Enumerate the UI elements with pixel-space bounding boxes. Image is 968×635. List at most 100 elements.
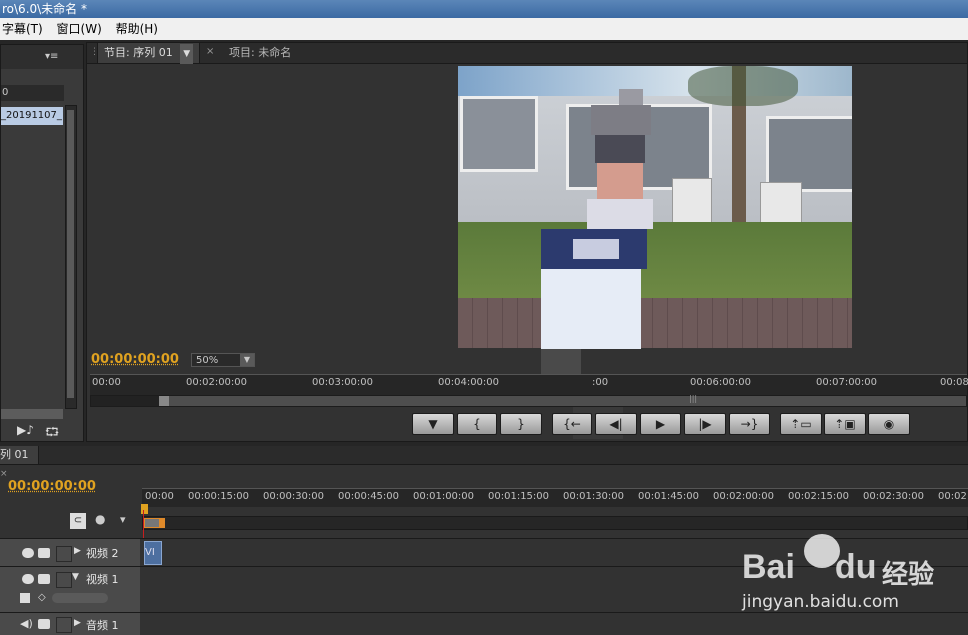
work-area-bar[interactable] [142, 516, 968, 530]
program-time-ruler[interactable]: 00:00 00:02:00:00 00:03:00:00 00:04:00:0… [90, 374, 968, 397]
timeline-timecode[interactable]: 00:00:00:00 [8, 479, 96, 494]
add-marker-icon[interactable]: ▾ [120, 513, 126, 526]
watermark-url: jingyan.baidu.com [742, 592, 899, 612]
column-header[interactable]: 0 [1, 85, 64, 101]
snap-icon[interactable]: ⊂ [70, 513, 86, 529]
expand-arrow-icon[interactable]: ▶ [74, 546, 81, 556]
zoom-select[interactable]: 50% ▼ [191, 353, 255, 367]
ruler-tick: 00:08 [940, 377, 968, 388]
keyframe-bulb-icon[interactable]: ● [95, 512, 105, 526]
ruler-tick: 00:03:00:00 [312, 377, 374, 388]
ruler-tick: 00:00 [92, 377, 121, 388]
go-to-out-button[interactable]: →} [729, 413, 770, 435]
ruler-tick: 00:00:45:00 [338, 491, 400, 502]
find-icon[interactable]: ⮔ [45, 423, 59, 444]
eye-icon[interactable] [22, 548, 34, 558]
track-header-video-1: ▼ 视频 1 ◇ [0, 567, 140, 612]
lock-toggle[interactable] [56, 546, 72, 562]
monitor-tab-bar: ⋮ 节目: 序列 01 ▼ × 项目: 未命名 [87, 43, 967, 64]
collapse-arrow-icon[interactable]: ▼ [72, 572, 79, 582]
keyframe-navigator[interactable] [52, 593, 108, 603]
speaker-icon[interactable]: ◀) [20, 617, 33, 630]
ruler-tick: 00:04:00:00 [438, 377, 500, 388]
menu-window[interactable]: 窗口(W) [55, 18, 110, 40]
mark-in-button[interactable]: { [457, 413, 497, 435]
ruler-tick: 00:00:30:00 [263, 491, 325, 502]
project-item[interactable]: _20191107_1 [1, 107, 63, 125]
lift-icon: ⇡▭ [790, 417, 812, 431]
extract-button[interactable]: ⇡▣ [824, 413, 866, 435]
paw-icon [804, 534, 840, 568]
panel-menu-icon[interactable]: ▾≡ [45, 51, 58, 62]
horizontal-scrollbar[interactable] [1, 409, 63, 419]
zoom-scroll-left [91, 396, 159, 406]
ruler-tick: 00:00:15:00 [188, 491, 250, 502]
zoom-handle-left[interactable] [159, 396, 169, 406]
step-forward-button[interactable]: |▶ [684, 413, 726, 435]
timeline-time-ruler[interactable]: 00:00 00:00:15:00 00:00:30:00 00:00:45:0… [142, 488, 968, 507]
go-to-in-button[interactable]: {← [552, 413, 592, 435]
zoom-scroll-bar[interactable]: ||| [90, 394, 967, 407]
ruler-tick: 00:02:00:00 [186, 377, 248, 388]
mark-out-button[interactable]: } [500, 413, 542, 435]
step-back-icon: ◀| [609, 417, 623, 431]
timeline-tab-bar: 列 01 × [0, 446, 968, 479]
play-icon: ▶ [655, 417, 666, 431]
add-marker-button[interactable]: ▼ [412, 413, 454, 435]
project-panel-header: ▾≡ [1, 45, 83, 69]
lift-button[interactable]: ⇡▭ [780, 413, 822, 435]
dropdown-arrow-icon[interactable]: ▼ [180, 44, 194, 64]
film-icon[interactable] [38, 619, 50, 629]
film-icon[interactable] [38, 574, 50, 584]
ruler-tick: 00:00 [145, 491, 174, 502]
menu-help[interactable]: 帮助(H) [114, 18, 166, 40]
extract-icon: ⇡▣ [834, 417, 856, 431]
track-name: 音频 1 [86, 619, 119, 632]
ruler-tick: 00:07:00:00 [816, 377, 878, 388]
menu-subtitle[interactable]: 字幕(T) [0, 18, 51, 40]
automate-sequence-icon[interactable]: ▶♪ [17, 423, 34, 437]
expand-arrow-icon[interactable]: ▶ [74, 618, 81, 628]
in-point-icon: { [473, 417, 481, 431]
ac-unit-2 [760, 182, 802, 224]
film-icon[interactable] [38, 548, 50, 558]
window-left [460, 96, 538, 172]
play-button[interactable]: ▶ [640, 413, 681, 435]
lock-toggle[interactable] [56, 572, 72, 588]
baidu-watermark: Bai du 经验 jingyan.baidu.com [742, 530, 968, 635]
keyframe-icon[interactable]: ◇ [38, 592, 46, 603]
track-header-video-2: ▶ 视频 2 [0, 539, 140, 566]
window-right [766, 116, 852, 192]
ac-unit-1 [672, 178, 712, 224]
tab-project[interactable]: 项目: 未命名 [223, 43, 297, 63]
window-title: ro\6.0\未命名 * [0, 0, 968, 18]
ruler-tick: 00:01:30:00 [563, 491, 625, 502]
tree-foliage [688, 66, 798, 106]
video-clip[interactable]: VI [144, 541, 162, 565]
out-point-icon: } [517, 417, 525, 431]
marker-icon: ▼ [428, 417, 438, 431]
program-timecode[interactable]: 00:00:00:00 [91, 352, 179, 367]
ruler-tick: 00:02:15:00 [788, 491, 850, 502]
ruler-tick: 00:01:15:00 [488, 491, 550, 502]
export-frame-button[interactable]: ◉ [868, 413, 910, 435]
watermark-cn: 经验 [882, 560, 935, 590]
ruler-tick: 00:02 [938, 491, 967, 502]
project-scrollbar[interactable] [65, 105, 77, 409]
eye-icon[interactable] [22, 574, 34, 584]
ruler-tick: :00 [592, 377, 609, 388]
step-back-button[interactable]: ◀| [595, 413, 637, 435]
scrollbar-thumb[interactable] [67, 110, 74, 398]
lock-toggle[interactable] [56, 617, 72, 633]
close-tab-icon[interactable]: × [206, 46, 214, 57]
tab-program[interactable]: 节目: 序列 01 ▼ [97, 43, 201, 64]
menu-bar: 字幕(T) 窗口(W) 帮助(H) [0, 18, 968, 40]
tab-program-label: 节目: 序列 01 [104, 46, 173, 59]
watermark-brand2: du [834, 548, 877, 586]
goto-in-icon: {← [563, 417, 581, 431]
display-style-icon[interactable] [20, 593, 30, 603]
ruler-tick: 00:01:45:00 [638, 491, 700, 502]
zoom-dropdown-icon: ▼ [240, 354, 254, 366]
close-tab-icon[interactable]: × [0, 469, 8, 479]
tab-sequence[interactable]: 列 01 × [0, 446, 39, 479]
